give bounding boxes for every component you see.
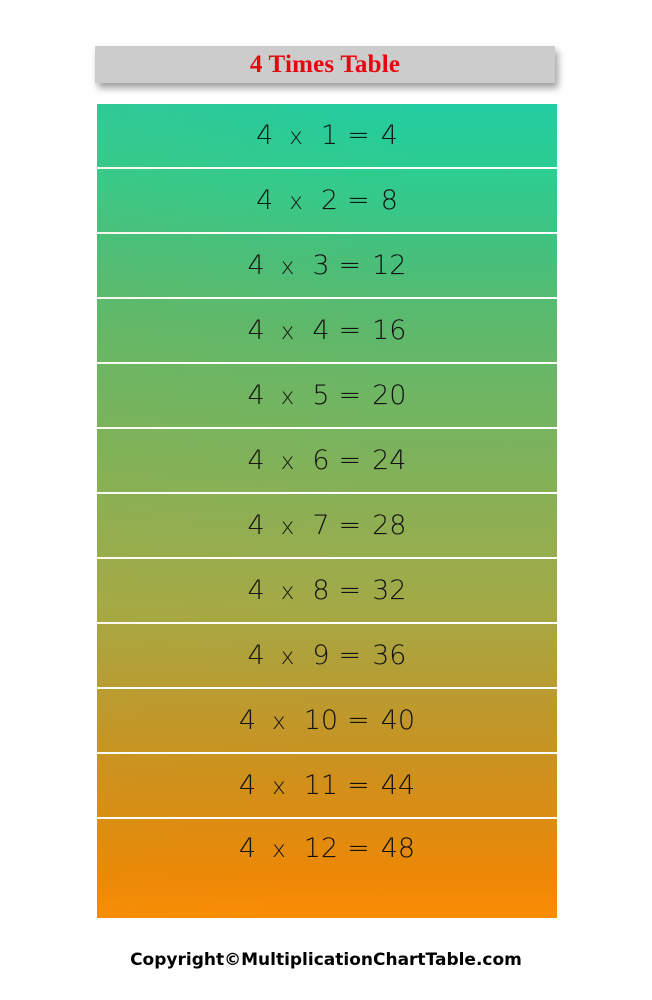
multiply-sign: x	[289, 189, 303, 215]
multiply-sign: x	[280, 579, 295, 605]
multiplicand: 4	[238, 833, 257, 864]
multiplicand: 4	[247, 445, 265, 476]
multiply-sign: x	[272, 837, 286, 863]
multiply-sign: x	[280, 644, 295, 670]
equation: 4 x 6 = 24	[248, 447, 407, 474]
table-row: 4 x 9 = 36	[97, 624, 557, 689]
multiplicand: 4	[256, 120, 274, 151]
product: 32	[372, 575, 407, 606]
equation: 4 x 8 = 32	[248, 577, 407, 604]
multiply-sign: x	[280, 514, 295, 540]
multiplier: 1	[320, 120, 339, 151]
equals-sign: =	[338, 380, 362, 411]
table-row: 4 x 8 = 32	[97, 559, 557, 624]
equation: 4 x 1 = 4	[256, 122, 398, 149]
multiplicand: 4	[256, 185, 274, 216]
table-row: 4 x 5 = 20	[97, 364, 557, 429]
multiplicand: 4	[238, 770, 257, 801]
multiplier: 2	[320, 185, 339, 216]
product: 24	[372, 445, 407, 476]
equation: 4 x 12 = 48	[239, 835, 415, 862]
multiply-sign: x	[280, 449, 295, 475]
multiplier: 10	[303, 705, 339, 736]
product: 44	[380, 770, 416, 801]
table-row: 4 x 1 = 4	[97, 104, 557, 169]
equation: 4 x 11 = 44	[239, 772, 415, 799]
product: 20	[372, 380, 407, 411]
multiplicand: 4	[247, 575, 265, 606]
multiplier: 11	[303, 770, 339, 801]
multiply-sign: x	[272, 774, 286, 800]
multiplier: 4	[312, 315, 330, 346]
product: 8	[380, 185, 398, 216]
equation: 4 x 10 = 40	[239, 707, 415, 734]
multiplier: 8	[312, 575, 330, 606]
equals-sign: =	[338, 250, 362, 281]
product: 28	[372, 510, 407, 541]
equals-sign: =	[338, 445, 362, 476]
equals-sign: =	[338, 575, 362, 606]
product: 12	[372, 250, 407, 281]
page-title: 4 Times Table	[249, 51, 401, 78]
multiplier: 12	[303, 833, 339, 864]
multiplicand: 4	[247, 315, 265, 346]
equation: 4 x 9 = 36	[248, 642, 407, 669]
multiply-sign: x	[280, 254, 295, 280]
title-bar: 4 Times Table	[95, 46, 555, 83]
copyright-footer: Copyright©MultiplicationChartTable.com	[130, 950, 522, 970]
equation: 4 x 3 = 12	[248, 252, 407, 279]
times-table-page: 4 Times Table 4 x 1 = 4 4 x 2 = 8 4 x 3 = 12 4 x 4 = 16 4 x 5 =…	[0, 0, 652, 1000]
table-row: 4 x 4 = 16	[97, 299, 557, 364]
equals-sign: =	[347, 185, 370, 216]
multiply-sign: x	[272, 709, 286, 735]
equals-sign: =	[338, 640, 362, 671]
product: 48	[380, 833, 416, 864]
equals-sign: =	[347, 833, 370, 864]
equals-sign: =	[338, 510, 362, 541]
multiplicand: 4	[247, 380, 265, 411]
equals-sign: =	[347, 705, 370, 736]
multiply-sign: x	[280, 384, 295, 410]
multiplier: 7	[312, 510, 330, 541]
table-row: 4 x 7 = 28	[97, 494, 557, 559]
multiplier: 5	[312, 380, 330, 411]
equation: 4 x 2 = 8	[256, 187, 398, 214]
multiplicand: 4	[238, 705, 257, 736]
multiply-sign: x	[280, 319, 295, 345]
multiplication-table: 4 x 1 = 4 4 x 2 = 8 4 x 3 = 12 4 x 4 = 16 4 x 5 = 20 4 x 6 = 24 4 x 7 = 28…	[97, 104, 557, 918]
equals-sign: =	[338, 315, 362, 346]
equals-sign: =	[347, 770, 370, 801]
table-rows: 4 x 1 = 4 4 x 2 = 8 4 x 3 = 12 4 x 4 = 16 4 x 5 = 20 4 x 6 = 24 4 x 7 = 28…	[97, 104, 557, 918]
product: 40	[380, 705, 416, 736]
multiplier: 3	[312, 250, 330, 281]
product: 36	[372, 640, 407, 671]
equals-sign: =	[347, 120, 370, 151]
table-row: 4 x 6 = 24	[97, 429, 557, 494]
table-row: 4 x 11 = 44	[97, 754, 557, 819]
multiplicand: 4	[247, 250, 265, 281]
multiply-sign: x	[289, 124, 303, 150]
table-row: 4 x 10 = 40	[97, 689, 557, 754]
table-row: 4 x 2 = 8	[97, 169, 557, 234]
multiplier: 6	[312, 445, 330, 476]
equation: 4 x 4 = 16	[248, 317, 407, 344]
multiplier: 9	[312, 640, 330, 671]
table-row: 4 x 3 = 12	[97, 234, 557, 299]
multiplicand: 4	[247, 510, 265, 541]
product: 16	[372, 315, 407, 346]
equation: 4 x 7 = 28	[248, 512, 407, 539]
product: 4	[380, 120, 398, 151]
equation: 4 x 5 = 20	[248, 382, 407, 409]
table-row: 4 x 12 = 48	[97, 819, 557, 918]
multiplicand: 4	[247, 640, 265, 671]
